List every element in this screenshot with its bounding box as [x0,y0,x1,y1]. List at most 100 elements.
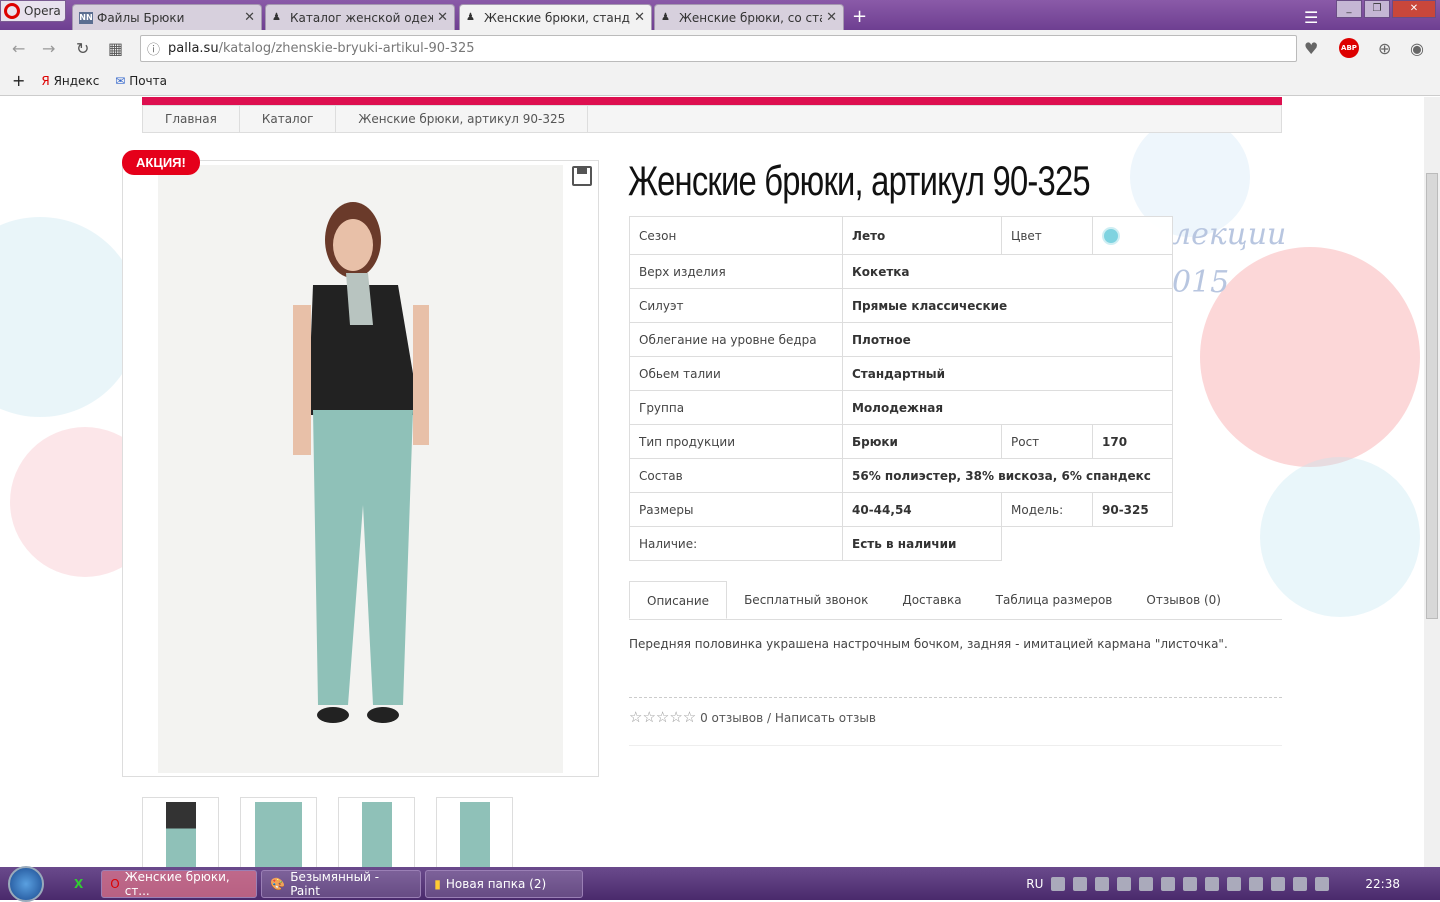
tab-catalog[interactable]: ♟ Каталог женской одежды ✕ [265,4,455,30]
scrollbar-thumb[interactable] [1426,173,1438,619]
product-tabs: Описание Бесплатный звонок Доставка Табл… [629,581,1282,620]
spec-value: Молодежная [842,390,1173,425]
bookmark-yandex[interactable]: Я Яндекс [41,74,99,88]
spec-label: Силуэт [629,288,843,323]
reviews-link[interactable]: 0 отзывов / Написать отзыв [700,711,876,725]
tray-icon[interactable] [1095,876,1110,891]
table-row: Облегание на уровне бедра Плотное [629,322,1173,357]
site-info-icon[interactable]: ⓘ [147,39,160,58]
tab-size-table[interactable]: Таблица размеров [979,581,1130,619]
language-indicator[interactable]: RU [1026,877,1043,891]
add-bookmark-icon[interactable]: + [12,71,25,90]
tray-icon[interactable] [1073,876,1088,891]
start-button[interactable] [8,865,44,902]
tab-files[interactable]: NN Файлы Брюки ✕ [72,4,262,30]
bookmark-label: Яндекс [53,73,100,88]
signal-icon[interactable] [1161,876,1176,891]
adblock-icon[interactable]: ABP [1339,38,1359,58]
save-icon[interactable] [572,166,592,186]
tray-icon[interactable] [1117,876,1132,891]
spec-value: Лето [842,216,1002,255]
tray-icon[interactable] [1139,876,1154,891]
tab-reviews[interactable]: Отзывов (0) [1129,581,1238,619]
close-window-icon[interactable]: ✕ [1392,0,1436,18]
decor-flower [1260,457,1420,617]
breadcrumb-home[interactable]: Главная [143,106,240,132]
taskbar-paint[interactable]: 🎨 Безымянный - Paint [261,869,422,898]
decor-flower [1200,247,1420,467]
maximize-icon[interactable]: ❐ [1364,0,1390,18]
tray-icon[interactable] [1183,876,1198,891]
address-bar: ← → ↻ ▦ ⓘ palla.su/katalog/zhenskie-bryuk… [0,30,1440,66]
close-tab-icon[interactable]: ✕ [826,10,837,25]
bookmark-mail[interactable]: ✉ Почта [115,74,167,88]
speed-dial-icon[interactable]: ▦ [108,39,123,58]
account-icon[interactable]: ◉ [1410,39,1424,58]
product-description: Передняя половинка украшена настрочным б… [629,637,1228,651]
tab-title: Женские брюки, со станд [679,10,822,25]
breadcrumb-catalog[interactable]: Каталог [240,106,337,132]
spec-label: Тип продукции [629,424,843,459]
spec-label: Сезон [629,216,843,255]
tab-other[interactable]: ♟ Женские брюки, со станд ✕ [654,4,844,30]
site-favicon-icon: ♟ [466,11,475,23]
back-icon[interactable]: ← [12,39,25,58]
taskbar-label: Безымянный - Paint [290,869,380,898]
minimize-icon[interactable]: _ [1336,0,1362,18]
product-photo[interactable] [158,165,563,773]
tray-icon[interactable] [1271,876,1286,891]
bookmark-label: Почта [129,73,167,88]
thumbnail[interactable] [338,797,415,867]
excel-icon[interactable]: X [74,877,83,891]
tray-icon[interactable] [1249,876,1264,891]
breadcrumb-current: Женские брюки, артикул 90-325 [336,106,589,132]
tab-menu-icon[interactable]: ☰ [1304,8,1318,27]
web-page: лекции 015 Главная Каталог Женские брюки… [0,97,1424,867]
torrent-icon[interactable] [1205,876,1220,891]
decor-flower [0,217,140,417]
site-favicon-icon: ♟ [272,11,281,23]
table-row: Верх изделия Кокетка [629,254,1173,289]
new-tab-icon[interactable]: + [852,6,867,27]
thumbnail[interactable] [436,797,513,867]
download-icon[interactable]: ⊕ [1378,39,1391,58]
browser-tab-bar: Opera NN Файлы Брюки ✕ ♟ Каталог женской од… [0,0,1440,30]
close-tab-icon[interactable]: ✕ [437,10,448,25]
forward-icon[interactable]: → [42,39,55,58]
tray-icon[interactable] [1293,876,1308,891]
spec-value: 170 [1092,424,1173,459]
tab-description[interactable]: Описание [629,581,728,619]
clock[interactable]: 22:38 [1365,877,1400,891]
taskbar-label: Новая папка (2) [445,876,547,891]
taskbar-folder[interactable]: ▮ Новая папка (2) [425,869,584,898]
tray-icon[interactable] [1051,876,1066,891]
system-tray: RU 22:38 [1026,867,1440,900]
table-row: Группа Молодежная [629,390,1173,425]
tray-icon[interactable] [1315,876,1330,891]
windows-taskbar: X O Женские брюки, ст... 🎨 Безымянный - Pa… [0,865,1440,902]
table-row: Сезон Лето Цвет [629,216,1173,255]
close-tab-icon[interactable]: ✕ [244,10,255,25]
url-input[interactable]: ⓘ palla.su/katalog/zhenskie-bryuki-artiku… [140,35,1297,62]
tab-current[interactable]: ♟ Женские брюки, стандарт ✕ [459,4,652,30]
spec-label: Рост [1001,424,1093,459]
volume-icon[interactable] [1227,876,1242,891]
product-title: Женские брюки, артикул 90-325 [628,157,1091,204]
spec-label: Модель: [1001,492,1093,527]
spec-label: Верх изделия [629,254,843,289]
tab-free-call[interactable]: Бесплатный звонок [727,581,885,619]
vertical-scrollbar[interactable] [1424,97,1440,867]
color-swatch[interactable] [1102,226,1120,245]
opera-menu-button[interactable]: Opera [0,0,66,22]
tab-delivery[interactable]: Доставка [885,581,978,619]
close-tab-icon[interactable]: ✕ [634,10,645,25]
heart-icon[interactable]: ♥ [1304,39,1318,58]
thumbnail[interactable] [240,797,317,867]
window-controls: _ ❐ ✕ [1336,0,1436,18]
spec-value: Брюки [842,424,1002,459]
thumbnail[interactable] [142,797,219,867]
taskbar-opera[interactable]: O Женские брюки, ст... [101,869,258,898]
star-rating-icons[interactable]: ☆☆☆☆☆ [629,708,696,726]
url-path: /katalog/zhenskie-bryuki-artikul-90-325 [218,41,475,56]
reload-icon[interactable]: ↻ [76,39,89,58]
